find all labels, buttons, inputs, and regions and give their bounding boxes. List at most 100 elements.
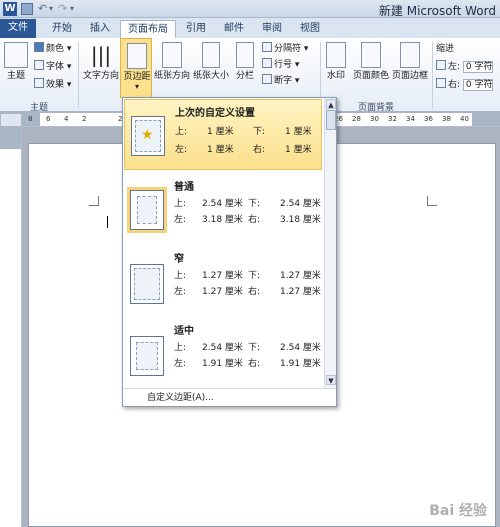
columns-icon [236, 42, 254, 68]
margin-preset-narrow[interactable]: 窄 上: 1.27 厘米 下: 1.27 厘米 左: 1.27 厘米 右: 1.… [124, 246, 322, 316]
margins-dropdown: 上次的自定义设置 ★ 上: 1 厘米 下: 1 厘米 左: 1 厘米 右: 1 … [122, 97, 337, 407]
watermark-icon [326, 42, 346, 68]
watermark-label: 水印 [326, 71, 345, 81]
undo-dropdown-icon[interactable]: ▾ [49, 4, 53, 18]
margin-preview-icon [130, 336, 164, 376]
vertical-ruler[interactable] [0, 127, 22, 527]
group-separator [78, 42, 79, 108]
preset-title: 适中 [174, 326, 194, 337]
theme-effects-button[interactable]: 效果 ▾ [34, 78, 71, 92]
customize-quick-access-icon[interactable]: ▾ [70, 4, 74, 18]
scroll-thumb[interactable] [326, 110, 336, 130]
columns-label: 分栏 [235, 71, 254, 81]
indent-right-icon [436, 78, 446, 88]
text-direction-label: 文字方向 [82, 71, 119, 81]
page-color-button[interactable]: 页面颜色 [352, 42, 390, 81]
word-app-icon[interactable]: W [3, 2, 17, 16]
text-cursor [107, 216, 108, 228]
margins-button[interactable]: 页边距 ▾ [120, 38, 152, 98]
line-numbers-icon [262, 58, 272, 68]
orientation-button[interactable]: 纸张方向 [154, 42, 190, 81]
theme-fonts-label: 字体 [46, 62, 65, 72]
scroll-down-icon[interactable]: ▼ [326, 375, 336, 385]
star-icon: ★ [141, 127, 154, 143]
indent-right-row: 右: 0 字符 [436, 78, 493, 92]
indent-right-input[interactable]: 0 字符 [462, 78, 493, 91]
dropdown-scrollbar[interactable]: ▲ ▼ [324, 98, 336, 388]
ruler-margin-right [472, 113, 500, 126]
theme-effects-label: 效果 [46, 80, 65, 90]
palette-icon [34, 42, 44, 52]
themes-label: 主题 [6, 71, 25, 81]
hyphenation-label: 断字 [274, 76, 293, 86]
indent-left-icon [436, 60, 446, 70]
ruler-tick-label: 30 [370, 115, 379, 123]
ruler-tick-label: 32 [388, 115, 397, 123]
themes-icon [4, 42, 28, 68]
indent-left-label: 左: [448, 62, 461, 72]
group-separator [432, 42, 433, 108]
tab-references[interactable]: 引用 [178, 20, 214, 38]
text-direction-button[interactable]: ||| 文字方向 [82, 42, 120, 81]
tab-home[interactable]: 开始 [44, 20, 80, 38]
group-label-theme: 主题 [30, 103, 49, 113]
custom-margins-menu-item[interactable]: 自定义边距(A)... [123, 388, 336, 406]
tab-file[interactable]: 文件 [0, 19, 36, 38]
breaks-button[interactable]: 分隔符 ▾ [262, 42, 308, 56]
watermark-text: Bai 经验 [429, 503, 487, 519]
tab-mailings[interactable]: 邮件 [216, 20, 252, 38]
margin-preset-last-custom[interactable]: 上次的自定义设置 ★ 上: 1 厘米 下: 1 厘米 左: 1 厘米 右: 1 … [124, 99, 322, 170]
columns-button[interactable]: 分栏 [232, 42, 258, 81]
ruler-tick-label: 38 [442, 115, 451, 123]
hyphenation-button[interactable]: 断字 ▾ [262, 74, 299, 88]
ribbon-tab-bar: 文件 开始 插入 页面布局 引用 邮件 审阅 视图 [0, 18, 500, 38]
ruler-tick-label: 36 [424, 115, 433, 123]
preset-title: 窄 [174, 254, 184, 265]
text-direction-icon: ||| [90, 43, 112, 67]
theme-colors-button[interactable]: 颜色 ▾ [34, 42, 71, 56]
hyphenation-icon [262, 74, 272, 84]
page-border-label: 页面边框 [391, 71, 428, 81]
breaks-icon [262, 42, 272, 52]
tab-insert[interactable]: 插入 [82, 20, 118, 38]
indent-right-label: 右: [448, 80, 461, 90]
crop-mark [427, 196, 437, 206]
line-numbers-label: 行号 [274, 60, 293, 70]
themes-button[interactable]: 主题 [2, 42, 30, 81]
tab-selector[interactable] [0, 113, 22, 127]
margin-preview-icon: ★ [131, 116, 165, 156]
tab-view[interactable]: 视图 [292, 20, 328, 38]
redo-icon[interactable]: ↷ [58, 2, 67, 16]
ruler-tick-label: 2 [82, 115, 87, 123]
margin-preset-normal[interactable]: 普通 上: 2.54 厘米 下: 2.54 厘米 左: 3.18 厘米 右: 3… [124, 174, 322, 244]
indent-left-input[interactable]: 0 字符 [462, 60, 493, 73]
indent-left-row: 左: 0 字符 [436, 60, 493, 74]
save-icon[interactable] [21, 3, 33, 15]
ruler-tick-label: 4 [64, 115, 69, 123]
page-borders-button[interactable]: 页面边框 [391, 42, 429, 81]
theme-colors-label: 颜色 [46, 44, 65, 54]
effects-icon [34, 78, 44, 88]
margins-label: 页边距 [123, 72, 151, 82]
ruler-tick-label: 6 [46, 115, 51, 123]
breaks-label: 分隔符 [274, 44, 302, 54]
page-color-icon [361, 42, 381, 68]
undo-icon[interactable]: ↶ [38, 2, 47, 16]
tab-page-layout[interactable]: 页面布局 [120, 20, 176, 38]
vertical-ruler-margin [0, 127, 21, 149]
orientation-icon [162, 42, 182, 68]
font-icon [34, 60, 44, 70]
tab-review[interactable]: 审阅 [254, 20, 290, 38]
indent-label: 缩进 [436, 44, 455, 54]
page-borders-icon [400, 42, 420, 68]
watermark-button[interactable]: 水印 [322, 42, 350, 81]
preset-title: 普通 [174, 182, 194, 193]
page-color-label: 页面颜色 [352, 71, 389, 81]
scroll-up-icon[interactable]: ▲ [326, 99, 336, 109]
theme-fonts-button[interactable]: 字体 ▾ [34, 60, 71, 74]
margin-preset-moderate[interactable]: 适中 上: 2.54 厘米 下: 2.54 厘米 左: 1.91 厘米 右: 1… [124, 318, 322, 384]
line-numbers-button[interactable]: 行号 ▾ [262, 58, 299, 72]
size-button[interactable]: 纸张大小 [193, 42, 229, 81]
margins-icon [127, 43, 147, 69]
window-title: 新建 Microsoft Word [378, 4, 496, 18]
